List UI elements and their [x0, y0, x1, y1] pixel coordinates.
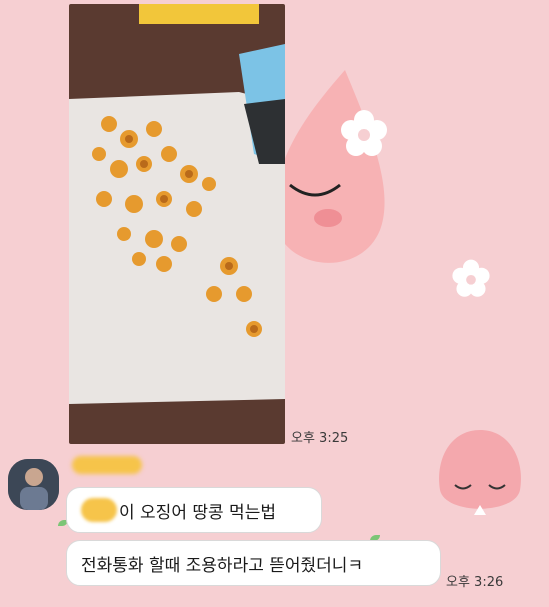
chat-bubble[interactable]: 전화통화 할때 조용하라고 뜯어줬더니ㅋ: [66, 540, 441, 586]
sender-name-redacted: [72, 456, 142, 474]
flower-icon: [452, 259, 490, 297]
photo-image: [69, 4, 285, 444]
message-timestamp: 오후 3:26: [446, 575, 504, 590]
message-text: 전화통화 할때 조용하라고 뜯어줬더니ㅋ: [81, 555, 364, 576]
chat-bubble[interactable]: 이 오징어 땅콩 먹는법: [66, 487, 322, 533]
message-timestamp: 오후 3:25: [291, 431, 349, 446]
avatar[interactable]: [8, 459, 59, 510]
flower-icon: [341, 110, 387, 156]
chat-photo[interactable]: [69, 4, 285, 444]
peach-character-icon: [439, 430, 521, 515]
avatar-image: [8, 459, 59, 510]
redaction-mark: [81, 498, 117, 522]
message-text: 이 오징어 땅콩 먹는법: [119, 502, 276, 523]
